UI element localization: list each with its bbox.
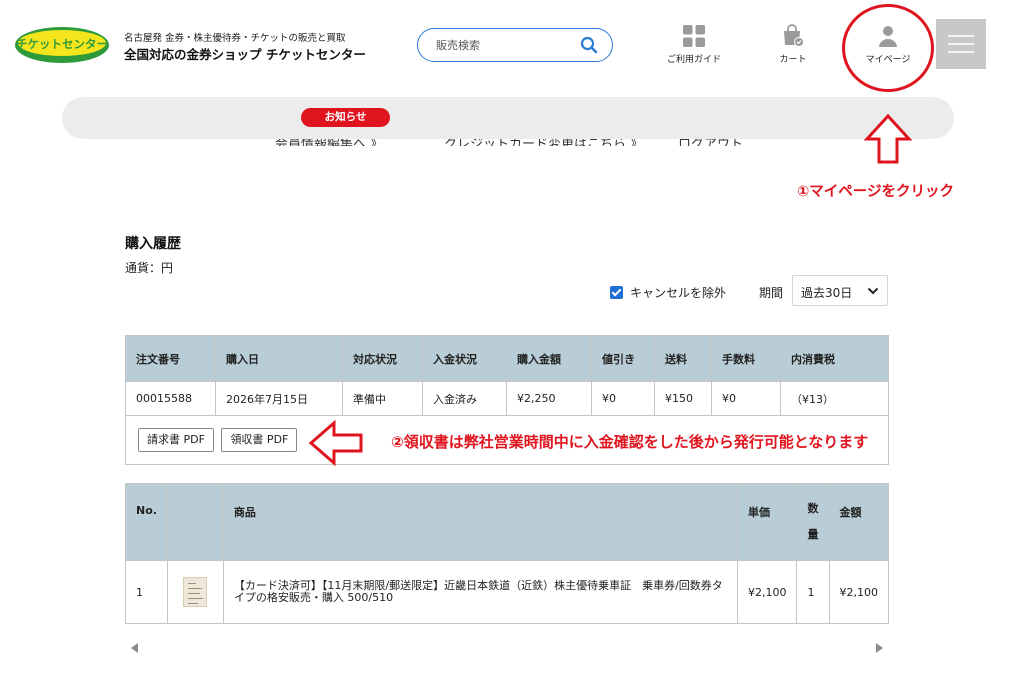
notice-bar[interactable]: お知らせ (62, 97, 954, 139)
nav-cart-label: カート (779, 55, 807, 65)
fee: ¥0 (711, 381, 781, 416)
left-arrow-icon (308, 420, 363, 466)
col-product: 商品 (222, 483, 738, 561)
shop-name: 全国対応の金券ショップ チケットセンター (124, 47, 366, 62)
annotation-step2: ②領収書は弊社営業時間中に入金確認をした後から発行可能となります (391, 433, 869, 451)
col-qty: 数量 (796, 483, 830, 561)
scroll-right-icon[interactable] (875, 643, 883, 653)
col-no: No. (125, 483, 168, 561)
col-unit-price: 単価 (736, 483, 798, 561)
period-value: 過去30日 (801, 286, 853, 300)
order-status: 準備中 (342, 381, 423, 416)
item-product-name[interactable]: 【カード決済可】【11月末期限/郵送限定】近畿日本鉄道（近鉄）株主優待乗車証 乗… (222, 560, 738, 624)
purchase-date: 2026年7月15日 (215, 381, 343, 416)
exclude-cancel-checkbox[interactable] (610, 286, 623, 299)
annotation-step1: ①マイページをクリック (797, 184, 954, 200)
col-payment-status: 入金状況 (422, 335, 507, 382)
site-logo[interactable]: チケットセンター (14, 26, 110, 64)
nav-cart[interactable]: カート (758, 24, 828, 65)
col-purchase-date: 購入日 (215, 335, 343, 382)
logo-text: チケットセンター (16, 37, 108, 51)
invoice-pdf-button[interactable]: 請求書 PDF (138, 428, 214, 452)
tax: （¥13） (780, 381, 889, 416)
period-select[interactable]: 過去30日 (792, 275, 888, 306)
item-unit-price: ¥2,100 (736, 560, 798, 624)
col-amount: 購入金額 (506, 335, 592, 382)
item-table: No. 商品 単価 数量 金額 1 【カード決済可】【11月末期限/郵送限定】近… (125, 483, 889, 624)
nav-guide[interactable]: ご利用ガイド (659, 24, 729, 65)
col-discount: 値引き (591, 335, 655, 382)
order-no: 00015588 (125, 381, 216, 416)
search-box[interactable] (417, 28, 613, 62)
notice-badge[interactable]: お知らせ (301, 108, 390, 127)
order-table-header: 注文番号 購入日 対応状況 入金状況 購入金額 値引き 送料 手数料 内消費税 (125, 335, 889, 382)
item-thumbnail[interactable] (166, 560, 224, 624)
search-icon[interactable] (580, 36, 598, 54)
col-amount: 金額 (828, 483, 889, 561)
search-input[interactable] (434, 36, 574, 54)
shipping: ¥150 (654, 381, 712, 416)
mypage-highlight-circle (842, 4, 934, 92)
col-thumb (166, 483, 224, 561)
item-qty: 1 (796, 560, 830, 624)
guide-grid-icon (683, 25, 705, 47)
up-arrow-icon (864, 113, 912, 164)
purchase-amount: ¥2,250 (506, 381, 592, 416)
currency-label: 通貨：円 (125, 261, 174, 275)
period-label: 期間 (759, 286, 784, 300)
scroll-left-icon[interactable] (131, 643, 139, 653)
payment-status: 入金済み (422, 381, 507, 416)
col-fee: 手数料 (711, 335, 781, 382)
col-tax: 内消費税 (780, 335, 889, 382)
col-status: 対応状況 (342, 335, 423, 382)
col-shipping: 送料 (654, 335, 712, 382)
col-order-no: 注文番号 (125, 335, 216, 382)
item-no: 1 (125, 560, 168, 624)
table-row: 1 【カード決済可】【11月末期限/郵送限定】近畿日本鉄道（近鉄）株主優待乗車証… (125, 560, 889, 624)
exclude-cancel-toggle[interactable]: キャンセルを除外 (610, 284, 726, 301)
exclude-cancel-label: キャンセルを除外 (630, 286, 727, 300)
item-amount: ¥2,100 (828, 560, 889, 624)
item-table-header: No. 商品 単価 数量 金額 (125, 483, 889, 561)
discount: ¥0 (591, 381, 655, 416)
nav-guide-label: ご利用ガイド (666, 55, 721, 65)
cart-bag-icon (784, 24, 804, 47)
hamburger-menu-icon[interactable] (936, 19, 986, 69)
chevron-down-icon (867, 287, 879, 295)
receipt-pdf-button[interactable]: 領収書 PDF (221, 428, 298, 452)
page-title: 購入履歴 (125, 236, 181, 252)
table-row: 00015588 2026年7月15日 準備中 入金済み ¥2,250 ¥0 ¥… (125, 381, 889, 416)
site-tagline: 名古屋発 金券・株主優待券・チケットの販売と買取 (124, 33, 346, 44)
ticket-thumbnail-icon (183, 577, 208, 607)
